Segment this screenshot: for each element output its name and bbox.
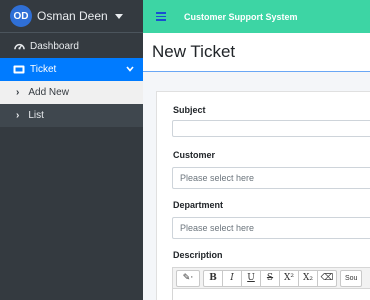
italic-icon[interactable]: I — [222, 269, 242, 287]
customer-placeholder: Please select here — [180, 173, 255, 183]
chevron-right-icon: › — [16, 110, 20, 121]
sidebar-subitem-label: Add New — [28, 87, 69, 98]
hamburger-icon[interactable] — [156, 12, 166, 21]
chevron-right-icon: › — [16, 87, 20, 98]
dashboard-icon — [12, 41, 26, 52]
bold-icon[interactable]: B — [203, 269, 223, 287]
strikethrough-icon[interactable]: S — [260, 269, 280, 287]
avatar[interactable]: OD — [10, 5, 32, 27]
sidebar-item-dashboard[interactable]: Dashboard — [0, 35, 143, 58]
description-editor[interactable] — [172, 289, 370, 300]
chevron-down-icon[interactable] — [126, 64, 134, 75]
ticket-form-card: Subject Customer Please select here Depa… — [156, 91, 370, 300]
customer-label: Customer — [173, 150, 216, 160]
superscript-icon[interactable]: X² — [279, 269, 299, 287]
department-placeholder: Please select here — [180, 223, 255, 233]
underline-icon[interactable]: U — [241, 269, 261, 287]
sidebar-item-label: Ticket — [30, 64, 57, 75]
ticket-icon — [12, 65, 26, 74]
subscript-icon[interactable]: X₂ — [298, 269, 318, 287]
editor-toolbar: ✎· B I U S X² X₂ ⌫ Sou — [172, 267, 370, 289]
subject-input[interactable] — [172, 120, 370, 137]
customer-select[interactable]: Please select here — [172, 167, 370, 189]
user-panel[interactable]: OD Osman Deen — [0, 0, 143, 33]
department-select[interactable]: Please select here — [172, 217, 370, 239]
sidebar-subitem-list[interactable]: › List — [0, 104, 143, 127]
sidebar-subitem-add-new[interactable]: › Add New — [0, 81, 143, 104]
page-header: New Ticket — [143, 33, 370, 72]
top-navbar: Customer Support System — [143, 0, 370, 33]
department-label: Department — [173, 200, 224, 210]
sidebar-subitem-label: List — [28, 110, 44, 121]
description-label: Description — [173, 250, 223, 260]
eraser-icon[interactable]: ⌫ — [317, 269, 337, 287]
app-title: Customer Support System — [184, 11, 298, 22]
magic-wand-icon[interactable]: ✎· — [176, 269, 200, 287]
source-button[interactable]: Sou — [340, 269, 363, 287]
format-group: B I U S X² X₂ ⌫ — [203, 269, 337, 287]
caret-down-icon[interactable] — [114, 13, 123, 19]
user-name[interactable]: Osman Deen — [37, 9, 108, 23]
sidebar-item-ticket[interactable]: Ticket — [0, 58, 143, 81]
sidebar-item-label: Dashboard — [30, 41, 79, 52]
subject-label: Subject — [173, 105, 206, 115]
sidebar: OD Osman Deen Dashboard Ticket › Add New… — [0, 0, 143, 300]
page-title: New Ticket — [152, 42, 236, 61]
